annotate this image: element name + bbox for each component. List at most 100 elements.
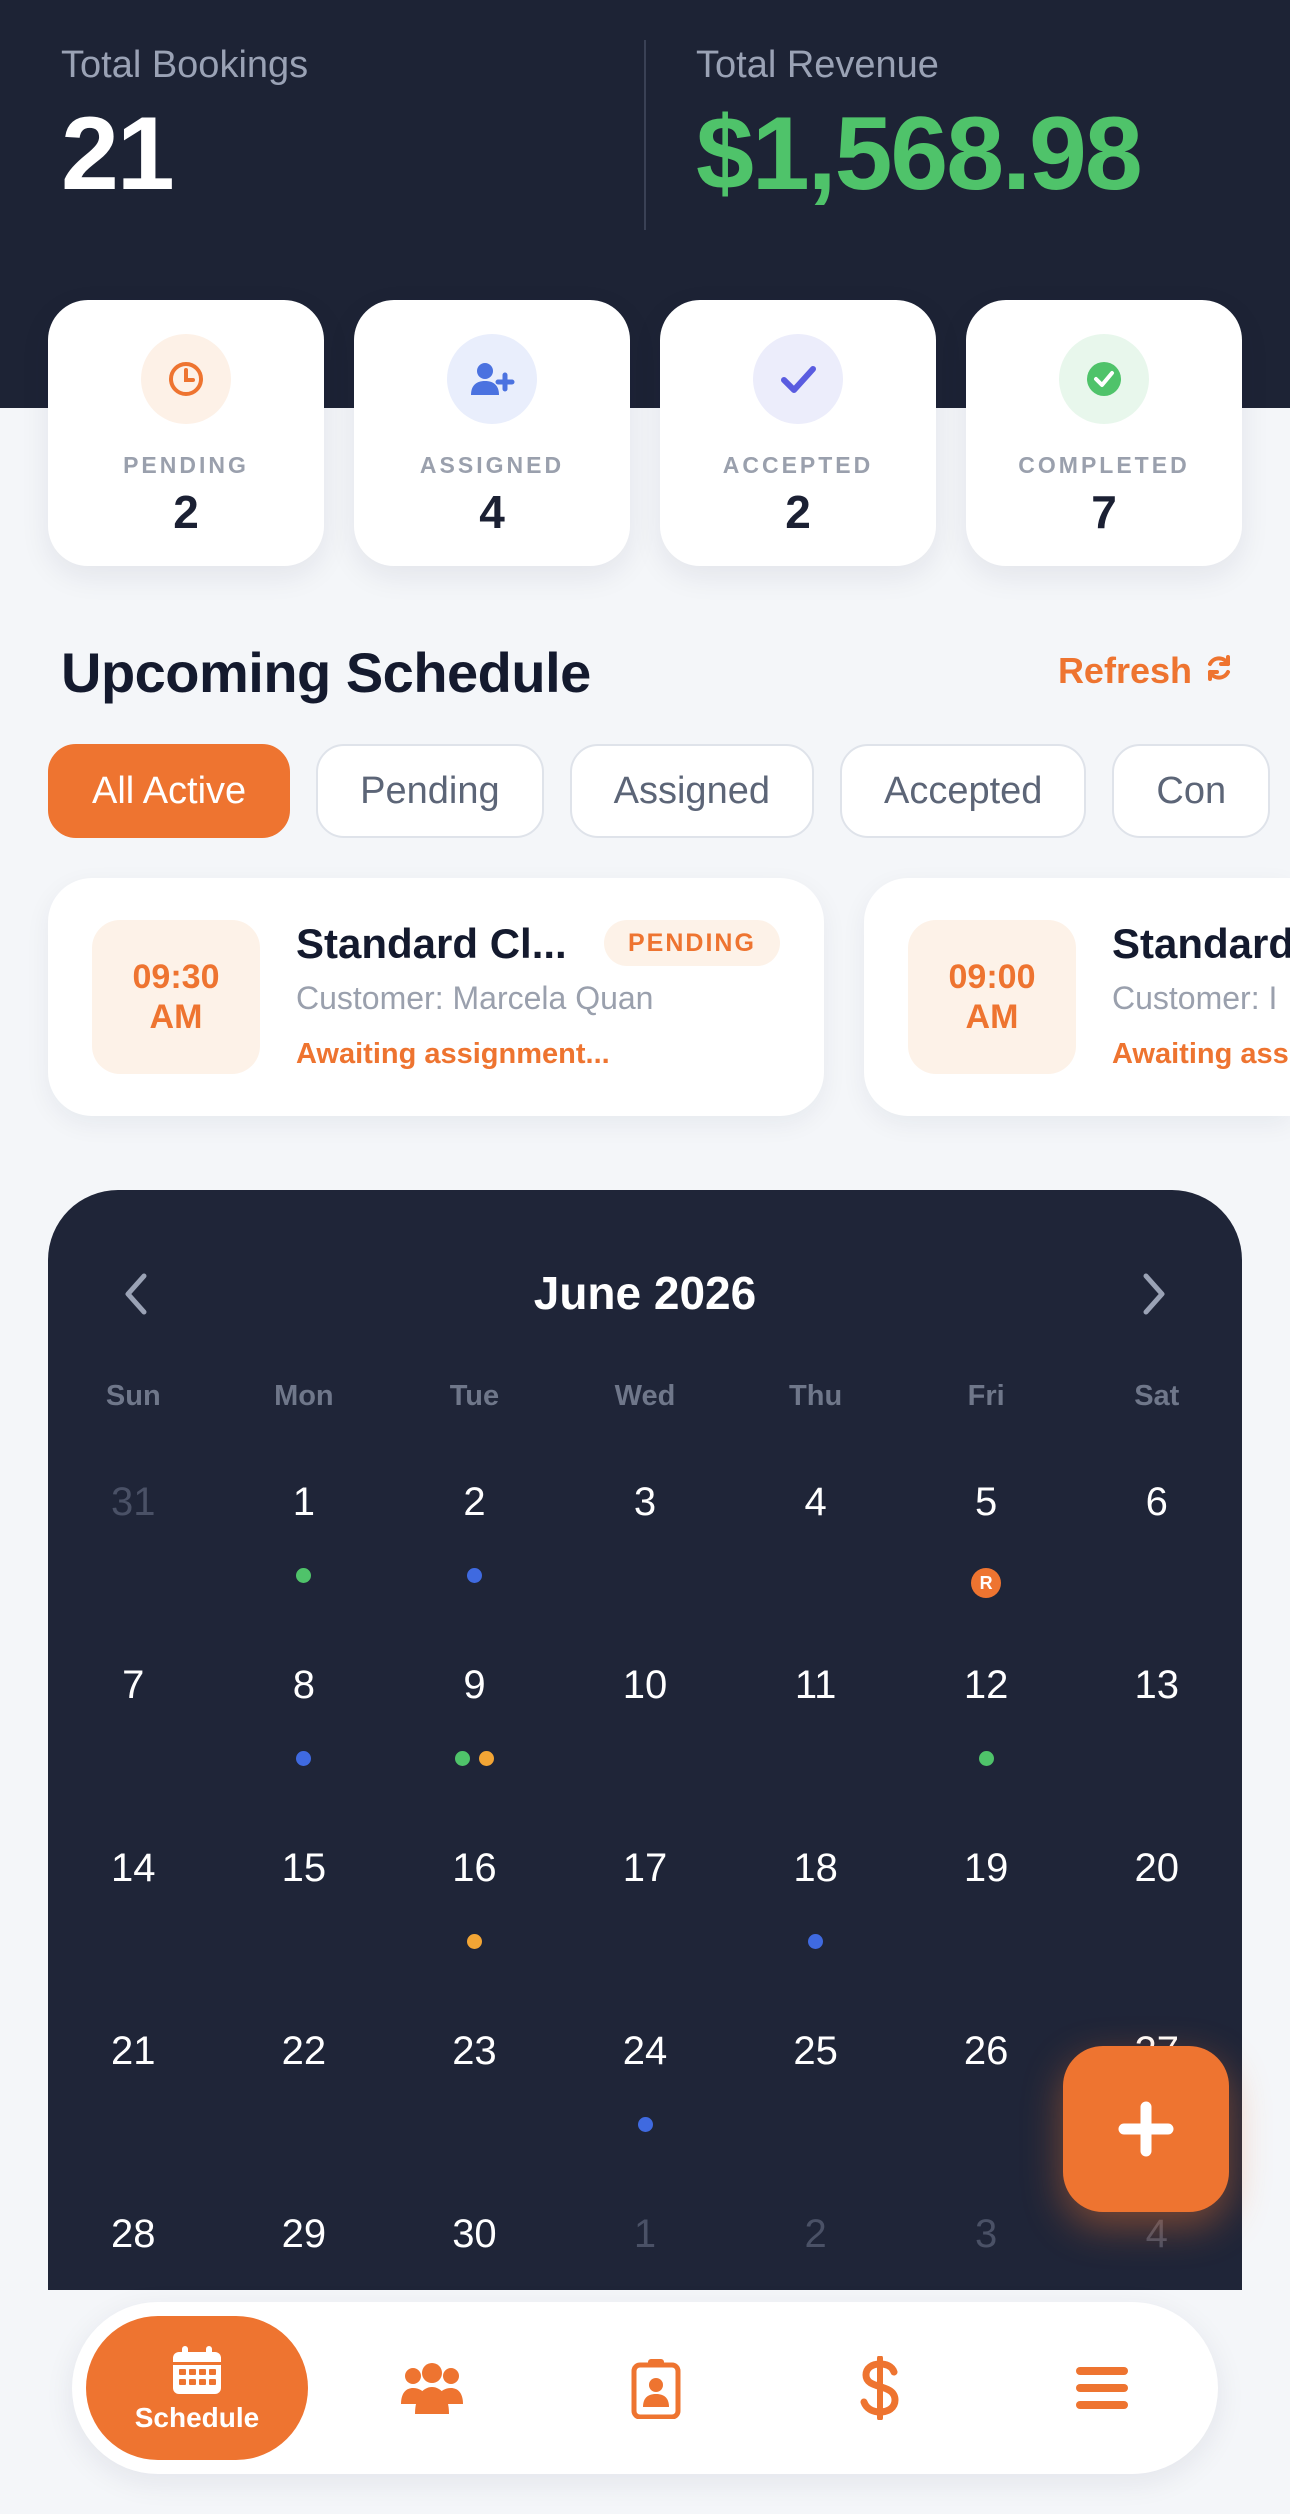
- booking-indicators: R: [901, 1568, 1072, 1598]
- calendar-day-number: 1: [292, 1480, 315, 1524]
- calendar-day[interactable]: 1: [560, 2202, 731, 2290]
- tab-menu[interactable]: [1042, 2302, 1162, 2474]
- status-card-label: ACCEPTED: [722, 452, 874, 478]
- calendar-day[interactable]: 3: [560, 1470, 731, 1653]
- filter-completed[interactable]: Con: [1112, 744, 1271, 838]
- weekday-label: Sun: [105, 1380, 161, 1412]
- calendar-day-number: 30: [452, 2212, 497, 2256]
- calendar-day[interactable]: 5R: [901, 1470, 1072, 1653]
- calendar-day[interactable]: 25: [730, 2019, 901, 2202]
- status-card-label: COMPLETED: [1018, 452, 1190, 478]
- calendar-day[interactable]: 28: [48, 2202, 219, 2290]
- calendar-icon: [173, 2346, 221, 2394]
- upcoming-schedule-title: Upcoming Schedule: [61, 641, 591, 704]
- check-circle-icon: [1059, 334, 1149, 424]
- calendar-day-number: 19: [963, 1846, 1009, 1890]
- calendar-day[interactable]: 4: [730, 1470, 901, 1653]
- calendar-day-number: 25: [793, 2029, 838, 2073]
- schedule-time-period: AM: [149, 998, 203, 1036]
- calendar-day-number: 11: [794, 1663, 837, 1707]
- filter-chips: All Active Pending Assigned Accepted Con: [48, 744, 1271, 838]
- calendar-day[interactable]: 23: [389, 2019, 560, 2202]
- calendar-day[interactable]: 15: [219, 1836, 390, 2019]
- calendar-day[interactable]: 24: [560, 2019, 731, 2202]
- calendar-day[interactable]: 19: [901, 1836, 1072, 2019]
- tab-staff-id[interactable]: [596, 2302, 716, 2474]
- booking-dot: [466, 1568, 482, 1583]
- calendar-day[interactable]: 12: [901, 1653, 1072, 1836]
- calendar-day[interactable]: 8: [219, 1653, 390, 1836]
- schedule-card[interactable]: 09:30 AM Standard Cl... PENDING Customer…: [48, 878, 824, 1116]
- status-card-completed[interactable]: COMPLETED 7: [966, 300, 1242, 566]
- filter-pending[interactable]: Pending: [316, 744, 544, 838]
- booking-dot: [466, 1934, 482, 1949]
- status-card-label: PENDING: [123, 452, 249, 478]
- calendar-day[interactable]: 4: [1071, 2202, 1242, 2290]
- total-revenue-label: Total Revenue: [696, 44, 939, 86]
- calendar-day[interactable]: 18: [730, 1836, 901, 2019]
- tab-team[interactable]: [372, 2302, 492, 2474]
- status-card-accepted[interactable]: ACCEPTED 2: [660, 300, 936, 566]
- refresh-button[interactable]: Refresh: [1058, 650, 1234, 692]
- calendar-day[interactable]: 20: [1071, 1836, 1242, 2019]
- booking-dot: [637, 2117, 653, 2132]
- team-icon: [401, 2363, 463, 2414]
- calendar-day[interactable]: 7: [48, 1653, 219, 1836]
- calendar-day[interactable]: 14: [48, 1836, 219, 2019]
- clock-icon: [141, 334, 231, 424]
- calendar-day[interactable]: 13: [1071, 1653, 1242, 1836]
- calendar-day-number: 20: [1134, 1846, 1180, 1890]
- calendar-day[interactable]: 2: [730, 2202, 901, 2290]
- tab-schedule[interactable]: Schedule: [86, 2316, 308, 2460]
- calendar-week: 14 15 16 17 18 19 20: [48, 1836, 1242, 2019]
- calendar-day-number: 21: [111, 2029, 156, 2073]
- calendar-day[interactable]: 31: [48, 1470, 219, 1653]
- calendar-day[interactable]: 16: [389, 1836, 560, 2019]
- weekday-label: Wed: [614, 1380, 676, 1412]
- calendar-day[interactable]: 29: [219, 2202, 390, 2290]
- calendar-day[interactable]: 1: [219, 1470, 390, 1653]
- booking-indicators: [560, 2117, 731, 2132]
- calendar-day[interactable]: 3: [901, 2202, 1072, 2290]
- calendar-day[interactable]: 21: [48, 2019, 219, 2202]
- calendar-day[interactable]: 22: [219, 2019, 390, 2202]
- recurring-badge: R: [971, 1568, 1002, 1598]
- dollar-icon: [860, 2356, 899, 2420]
- status-card-value: 2: [173, 486, 199, 538]
- status-card-pending[interactable]: PENDING 2: [48, 300, 324, 566]
- calendar-day-number: 9: [463, 1663, 486, 1707]
- tab-payments[interactable]: [820, 2302, 940, 2474]
- id-badge-icon: [631, 2359, 681, 2419]
- calendar-day[interactable]: 2: [389, 1470, 560, 1653]
- booking-indicators: [389, 1568, 560, 1583]
- calendar-day[interactable]: 10: [560, 1653, 731, 1836]
- calendar-day[interactable]: 17: [560, 1836, 731, 2019]
- filter-assigned[interactable]: Assigned: [569, 744, 814, 838]
- menu-icon: [1076, 2367, 1128, 2409]
- status-card-assigned[interactable]: ASSIGNED 4: [354, 300, 630, 566]
- calendar-day-number: 13: [1134, 1663, 1180, 1707]
- calendar-day[interactable]: 6: [1071, 1470, 1242, 1653]
- chevron-right-icon[interactable]: [1136, 1272, 1170, 1321]
- calendar-day[interactable]: 26: [901, 2019, 1072, 2202]
- status-card-value: 7: [1091, 486, 1117, 538]
- calendar-day[interactable]: 11: [730, 1653, 901, 1836]
- weekday-header: Sun Mon Tue Wed Thu Fri Sat: [48, 1380, 1242, 1413]
- calendar-day-number: 16: [452, 1846, 497, 1890]
- user-plus-icon: [447, 334, 537, 424]
- calendar-day-number: 15: [281, 1846, 327, 1890]
- booking-dot: [296, 1751, 312, 1766]
- booking-dot: [454, 1751, 470, 1766]
- calendar-day-number: 7: [122, 1663, 145, 1707]
- schedule-card[interactable]: 09:00 AM Standard Customer: I Awaiting a…: [864, 878, 1290, 1116]
- calendar-day[interactable]: 9: [389, 1653, 560, 1836]
- calendar-day-number: 1: [633, 2212, 657, 2256]
- add-booking-button[interactable]: [1063, 2046, 1229, 2212]
- filter-accepted[interactable]: Accepted: [839, 744, 1087, 838]
- filter-all-active[interactable]: All Active: [48, 744, 291, 838]
- weekday-label: Mon: [274, 1380, 334, 1412]
- calendar-day[interactable]: 30: [389, 2202, 560, 2290]
- status-card-value: 4: [479, 486, 505, 538]
- total-bookings-value: 21: [61, 96, 175, 212]
- schedule-service: Standard: [1112, 920, 1290, 967]
